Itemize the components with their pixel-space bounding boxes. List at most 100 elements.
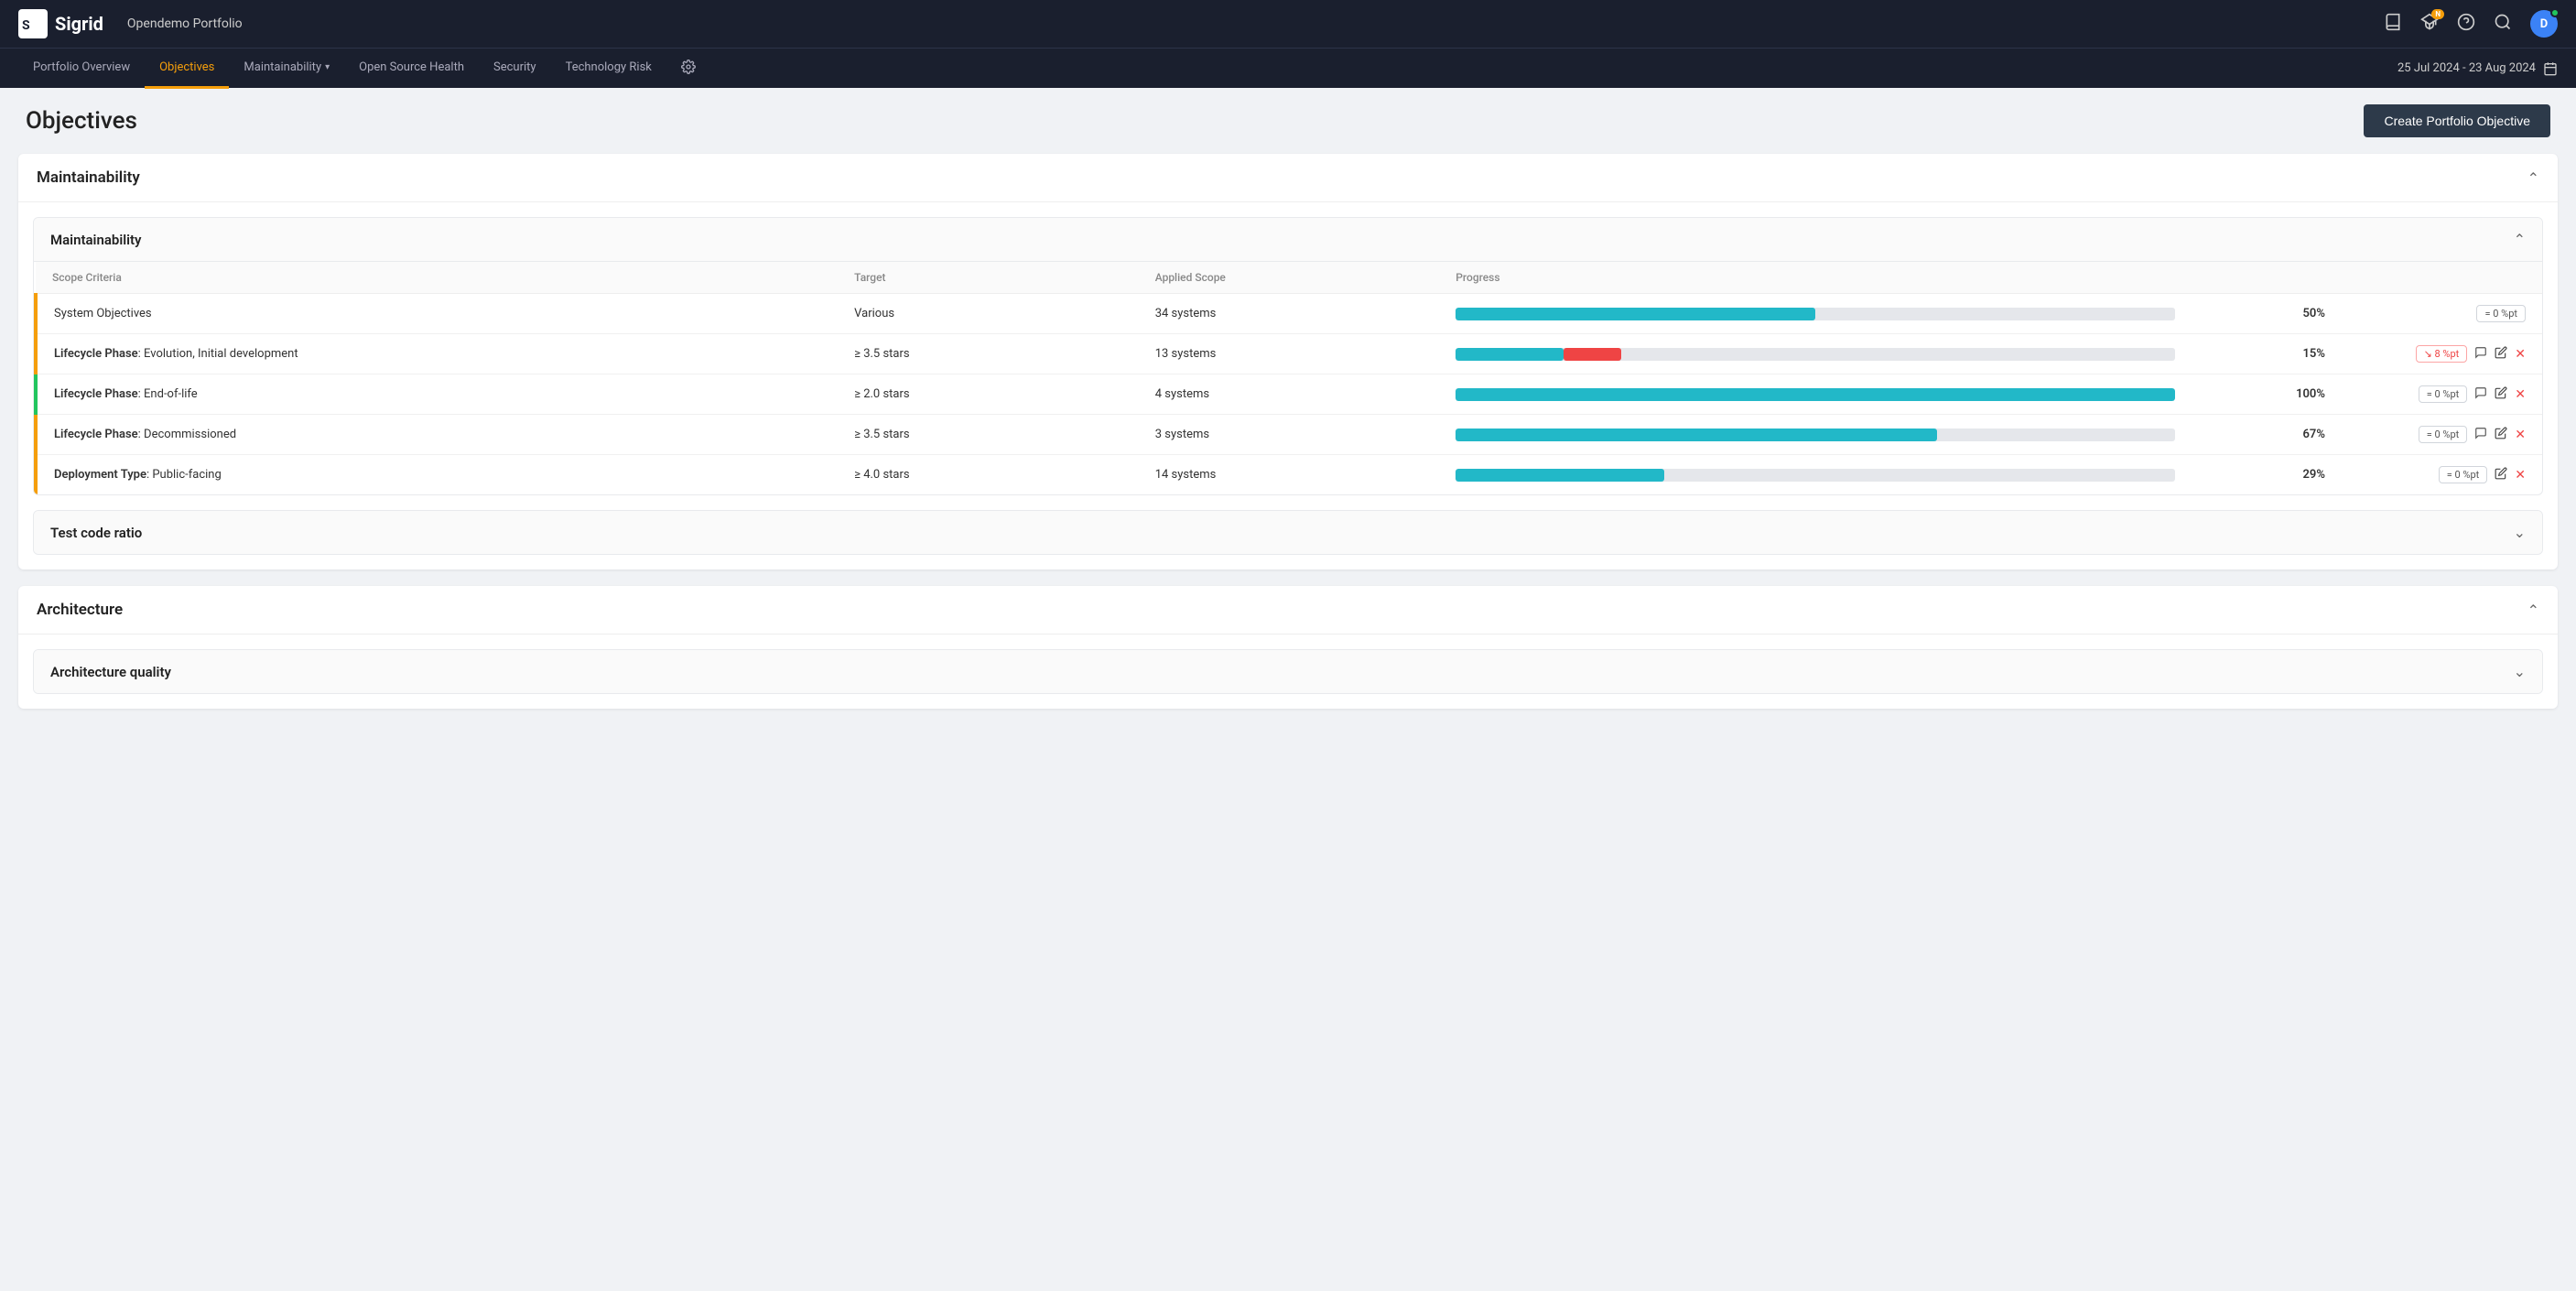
delete-icon[interactable]: ✕ [2515, 347, 2526, 362]
col-header-progress: Progress [1439, 262, 2191, 294]
actions-cell: = 0 %pt ✕ [2342, 455, 2542, 495]
progress-fill-teal [1456, 348, 1564, 361]
test-code-ratio-chevron-down: ⌄ [2514, 524, 2526, 541]
applied-scope-cell: 4 systems [1139, 374, 1440, 415]
scope-criteria-cell: Deployment Type: Public-facing [36, 455, 838, 495]
progress-fill-teal [1456, 388, 2174, 401]
notification-badge: N [2431, 9, 2444, 19]
progress-fill-teal [1456, 469, 1664, 482]
nav-objectives[interactable]: Objectives [145, 49, 229, 89]
main-content: Maintainability ⌃ Maintainability ⌃ Scop… [0, 154, 2576, 743]
maintainability-objective-title: Maintainability [50, 232, 142, 248]
pct-cell: 15% [2192, 334, 2342, 374]
architecture-quality-card: Architecture quality ⌄ [33, 649, 2543, 694]
nav-maintainability[interactable]: Maintainability ▾ [229, 49, 344, 89]
progress-fill-teal [1456, 308, 1815, 320]
create-portfolio-objective-button[interactable]: Create Portfolio Objective [2364, 104, 2550, 137]
change-badge: = 0 %pt [2439, 466, 2488, 483]
architecture-section: Architecture ⌃ Architecture quality ⌄ [18, 586, 2558, 709]
actions-cell: = 0 %pt ✕ [2342, 374, 2542, 415]
test-code-ratio-header[interactable]: Test code ratio ⌄ [34, 511, 2542, 554]
topbar-icons: N D [2384, 10, 2558, 38]
comment-icon[interactable] [2474, 427, 2487, 443]
progress-bar [1456, 388, 2174, 401]
pct-cell: 50% [2192, 294, 2342, 334]
logo[interactable]: S Sigrid [18, 9, 103, 38]
logo-text: Sigrid [55, 13, 103, 35]
scope-criteria-cell: System Objectives [36, 294, 838, 334]
topbar: S Sigrid Opendemo Portfolio N [0, 0, 2576, 48]
scope-criteria-cell: Lifecycle Phase: Decommissioned [36, 415, 838, 455]
col-header-pct [2192, 262, 2342, 294]
test-code-ratio-title: Test code ratio [50, 525, 142, 541]
change-badge: = 0 %pt [2476, 305, 2526, 322]
comment-icon[interactable] [2474, 386, 2487, 403]
nav-open-source-health[interactable]: Open Source Health [344, 49, 479, 89]
table-row: Lifecycle Phase: Decommissioned ≥ 3.5 st… [36, 415, 2542, 455]
change-badge: = 0 %pt [2419, 426, 2468, 443]
maintainability-objective-header[interactable]: Maintainability ⌃ [34, 218, 2542, 262]
architecture-section-title: Architecture [37, 601, 123, 619]
scope-table: Scope Criteria Target Applied Scope Prog… [34, 262, 2542, 494]
edit-icon[interactable] [2495, 427, 2507, 443]
edit-icon[interactable] [2495, 346, 2507, 363]
target-cell: ≥ 4.0 stars [838, 455, 1139, 495]
delete-icon[interactable]: ✕ [2515, 387, 2526, 402]
pct-cell: 29% [2192, 455, 2342, 495]
nav-settings[interactable] [666, 49, 710, 89]
maintainability-section-title: Maintainability [37, 168, 140, 187]
table-row: Lifecycle Phase: End-of-life ≥ 2.0 stars… [36, 374, 2542, 415]
nav-technology-risk[interactable]: Technology Risk [551, 49, 666, 89]
date-range: 25 Jul 2024 - 23 Aug 2024 [2397, 61, 2558, 76]
architecture-section-header[interactable]: Architecture ⌃ [18, 586, 2558, 635]
svg-text:S: S [22, 18, 30, 33]
user-avatar-wrapper[interactable]: D [2530, 10, 2558, 38]
progress-fill-teal [1456, 429, 1937, 441]
table-row: Deployment Type: Public-facing ≥ 4.0 sta… [36, 455, 2542, 495]
maintainability-section: Maintainability ⌃ Maintainability ⌃ Scop… [18, 154, 2558, 570]
progress-bar [1456, 469, 2174, 482]
book-icon[interactable] [2384, 13, 2402, 36]
architecture-quality-title: Architecture quality [50, 664, 171, 680]
edit-icon[interactable] [2495, 467, 2507, 483]
action-icons: ↘ 8 %pt ✕ [2358, 345, 2526, 363]
app-name: Opendemo Portfolio [127, 16, 243, 31]
progress-cell [1439, 374, 2191, 415]
action-icons: = 0 %pt ✕ [2358, 385, 2526, 403]
graduation-icon[interactable]: N [2420, 13, 2439, 36]
dropdown-icon: ▾ [325, 62, 330, 72]
action-icons: = 0 %pt [2358, 305, 2526, 322]
applied-scope-cell: 3 systems [1139, 415, 1440, 455]
pct-cell: 67% [2192, 415, 2342, 455]
page-title: Objectives [26, 107, 137, 135]
maintainability-chevron-up: ⌃ [2527, 169, 2539, 187]
actions-cell: = 0 %pt [2342, 294, 2542, 334]
architecture-quality-header[interactable]: Architecture quality ⌄ [34, 650, 2542, 693]
edit-icon[interactable] [2495, 386, 2507, 403]
subnav: Portfolio Overview Objectives Maintainab… [0, 48, 2576, 88]
progress-bar [1456, 348, 2174, 361]
scope-criteria-cell: Lifecycle Phase: Evolution, Initial deve… [36, 334, 838, 374]
progress-bar [1456, 429, 2174, 441]
delete-icon[interactable]: ✕ [2515, 468, 2526, 483]
maintainability-section-header[interactable]: Maintainability ⌃ [18, 154, 2558, 202]
comment-icon[interactable] [2474, 346, 2487, 363]
col-header-applied: Applied Scope [1139, 262, 1440, 294]
calendar-icon[interactable] [2543, 61, 2558, 76]
delete-icon[interactable]: ✕ [2515, 428, 2526, 442]
table-row: System Objectives Various 34 systems 50% [36, 294, 2542, 334]
col-header-actions [2342, 262, 2542, 294]
applied-scope-cell: 34 systems [1139, 294, 1440, 334]
pct-cell: 100% [2192, 374, 2342, 415]
nav-security[interactable]: Security [479, 49, 551, 89]
progress-cell [1439, 455, 2191, 495]
search-icon[interactable] [2494, 13, 2512, 36]
progress-fill-red [1564, 348, 1621, 361]
change-badge: = 0 %pt [2419, 385, 2468, 403]
page-header: Objectives Create Portfolio Objective [0, 88, 2576, 154]
nav-portfolio-overview[interactable]: Portfolio Overview [18, 49, 145, 89]
help-icon[interactable] [2457, 13, 2475, 36]
progress-cell [1439, 415, 2191, 455]
applied-scope-cell: 13 systems [1139, 334, 1440, 374]
target-cell: Various [838, 294, 1139, 334]
